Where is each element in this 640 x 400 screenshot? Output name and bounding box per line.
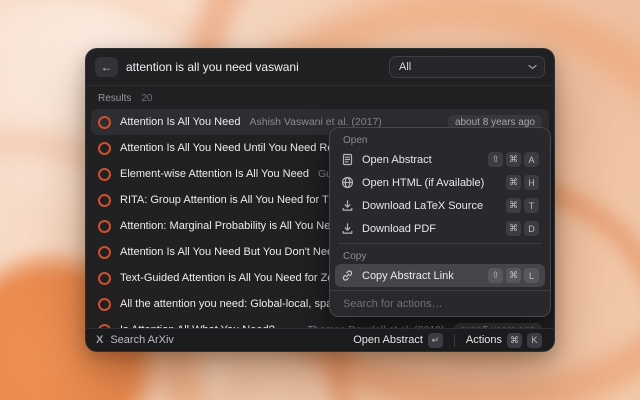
- search-bar: ← All: [86, 49, 554, 86]
- download-icon: [341, 199, 354, 212]
- status-bar: X Search ArXiv Open Abstract ↵ Actions ⌘…: [86, 328, 554, 351]
- keycap: L: [524, 268, 539, 283]
- enter-keycap: ↵: [428, 333, 443, 348]
- keycap: ⌘: [506, 198, 521, 213]
- shortcut-keys: ⇧ ⌘ L: [488, 268, 539, 283]
- arxiv-paper-icon: [98, 168, 111, 181]
- action-search-input[interactable]: [343, 298, 537, 310]
- action-label: Open Abstract: [362, 154, 480, 166]
- result-title: Element-wise Attention Is All You Need: [120, 168, 309, 180]
- footer-divider: [454, 334, 455, 347]
- arxiv-extension-icon: X: [96, 334, 103, 346]
- keycap: ⌘: [506, 268, 521, 283]
- action-item-download-latex[interactable]: Download LaTeX Source ⌘ T: [335, 194, 545, 217]
- action-item-open-html[interactable]: Open HTML (if Available) ⌘ H: [335, 171, 545, 194]
- keycap: ⇧: [488, 152, 503, 167]
- cmd-keycap: ⌘: [507, 333, 522, 348]
- actions-button[interactable]: Actions ⌘ K: [464, 332, 544, 349]
- globe-icon: [341, 176, 354, 189]
- filter-dropdown[interactable]: All: [389, 56, 545, 78]
- download-icon: [341, 222, 354, 235]
- shortcut-keys: ⌘ H: [506, 175, 539, 190]
- panel-section-title: Copy: [335, 247, 545, 264]
- back-button[interactable]: ←: [95, 57, 118, 77]
- filter-dropdown-value: All: [399, 61, 411, 73]
- shortcut-keys: ⌘ T: [506, 198, 539, 213]
- primary-action-button[interactable]: Open Abstract ↵: [351, 332, 445, 349]
- action-item-open-abstract[interactable]: Open Abstract ⇧ ⌘ A: [335, 148, 545, 171]
- arxiv-paper-icon: [98, 220, 111, 233]
- action-label: Download PDF: [362, 223, 498, 235]
- result-title: Attention: Marginal Probability is All Y…: [120, 220, 349, 232]
- search-input[interactable]: [126, 60, 381, 74]
- arxiv-paper-icon: [98, 194, 111, 207]
- action-panel: Open Open Abstract ⇧ ⌘ A Open HTML (if A…: [329, 127, 551, 317]
- arxiv-paper-icon: [98, 116, 111, 129]
- action-label: Open HTML (if Available): [362, 177, 498, 189]
- action-item-copy-abstract-link[interactable]: Copy Abstract Link ⇧ ⌘ L: [335, 264, 545, 287]
- link-icon: [341, 269, 354, 282]
- keycap: D: [524, 221, 539, 236]
- results-header: Results 20: [86, 86, 554, 107]
- keycap: A: [524, 152, 539, 167]
- arxiv-paper-icon: [98, 298, 111, 311]
- keycap: ⌘: [506, 175, 521, 190]
- action-label: Copy Abstract Link: [362, 270, 480, 282]
- chevron-down-icon: [528, 64, 537, 70]
- keycap: H: [524, 175, 539, 190]
- primary-action-label: Open Abstract: [353, 334, 423, 346]
- actions-label: Actions: [466, 334, 502, 346]
- arxiv-paper-icon: [98, 246, 111, 259]
- results-label: Results: [98, 93, 131, 104]
- raycast-window: ← All Results 20 Attention Is All You Ne…: [85, 48, 555, 352]
- action-search: [330, 290, 550, 316]
- arxiv-paper-icon: [98, 272, 111, 285]
- keycap: ⌘: [506, 152, 521, 167]
- shortcut-keys: ⌘ D: [506, 221, 539, 236]
- panel-divider: [338, 243, 542, 244]
- keycap: T: [524, 198, 539, 213]
- result-row[interactable]: Is Attention All What You Need? -- An Em…: [91, 317, 549, 328]
- extension-name: Search ArXiv: [110, 334, 174, 346]
- arxiv-paper-icon: [98, 142, 111, 155]
- result-title: Attention Is All You Need: [120, 116, 240, 128]
- k-keycap: K: [527, 333, 542, 348]
- results-count: 20: [141, 93, 152, 104]
- action-label: Download LaTeX Source: [362, 200, 498, 212]
- panel-section-title: Open: [335, 131, 545, 148]
- keycap: ⇧: [488, 268, 503, 283]
- keycap: ⌘: [506, 221, 521, 236]
- document-icon: [341, 153, 354, 166]
- shortcut-keys: ⇧ ⌘ A: [488, 152, 539, 167]
- action-item-download-pdf[interactable]: Download PDF ⌘ D: [335, 217, 545, 240]
- footer-actions: Open Abstract ↵ Actions ⌘ K: [351, 332, 544, 349]
